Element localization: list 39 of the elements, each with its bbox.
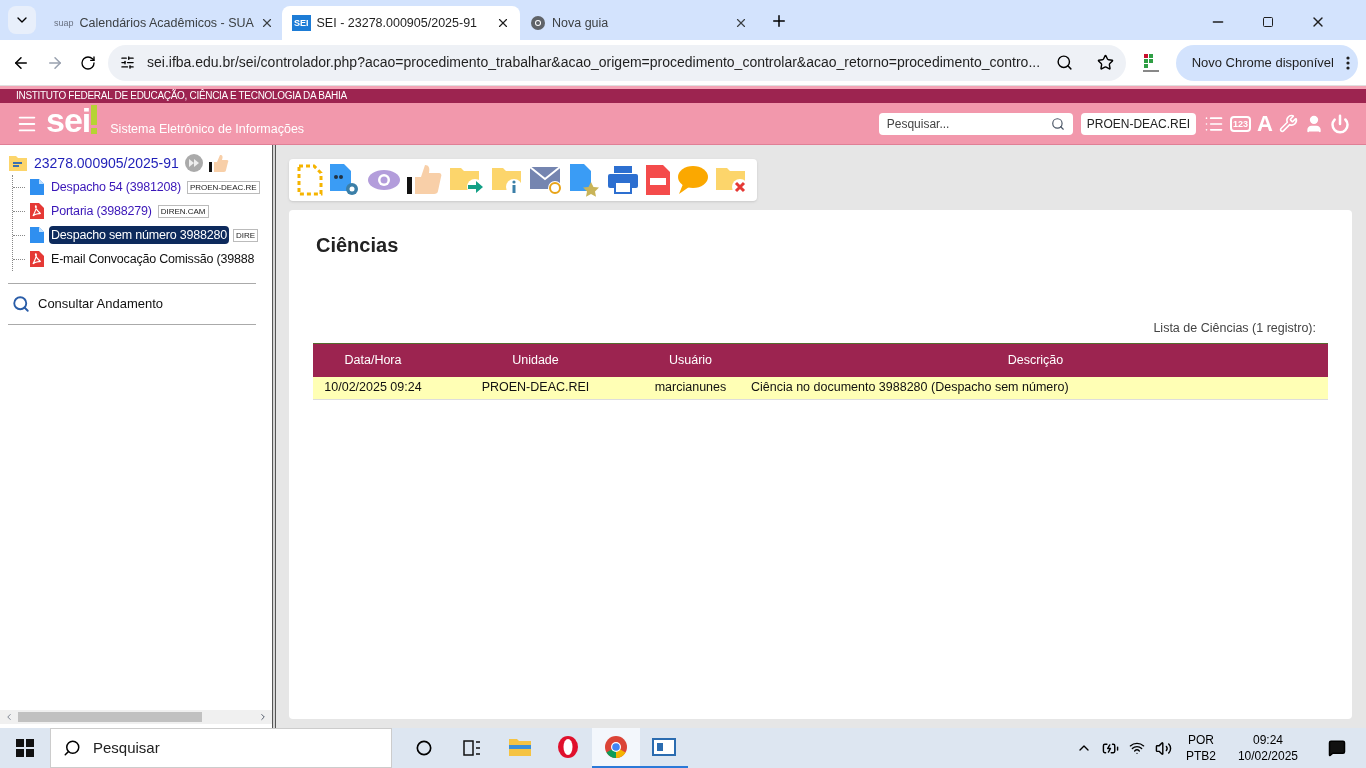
consult-progress-link[interactable]: Consultar Andamento (38, 294, 164, 314)
tab-favicon: suap (54, 17, 74, 30)
unit-tag: DIRE (232, 228, 259, 242)
clock[interactable]: 09:24 10/02/2025 (1237, 732, 1298, 764)
tab-title: Nova guia (552, 14, 610, 32)
table-cell: 10/02/2025 09:24 (313, 376, 433, 400)
document-link[interactable]: E-mail Convocação Comissão (39888 (49, 249, 257, 269)
page-title: Ciências (316, 233, 400, 258)
address-bar[interactable]: sei.ifba.edu.br/sei/controlador.php?acao=procedimento_trabalhar&acao_origem=procedimento_controlar&acao_retorno=procedimento_contro... (108, 44, 1126, 81)
taskbar-search-input[interactable]: Pesquisar (93, 736, 379, 760)
document-link[interactable]: Despacho sem número 3988280 (49, 225, 229, 245)
browser-tab[interactable]: suap Calendários Acadêmicos - SUA (44, 6, 282, 40)
document-link[interactable]: Portaria (3988279) (49, 201, 154, 221)
column-header: Data/Hora (313, 343, 433, 377)
update-chrome-button[interactable]: Novo Chrome disponível (1175, 44, 1358, 81)
language-indicator[interactable]: POR PTB2 (1185, 732, 1216, 764)
document-link[interactable]: Despacho 54 (3981208) (49, 177, 183, 197)
browser-tab[interactable]: SEI SEI - 23278.000905/2025-91 (282, 6, 520, 40)
unit-button[interactable]: PROEN-DEAC.REI (1080, 112, 1197, 135)
system-name: Sistema Eletrônico de Informações (110, 121, 305, 139)
tab-title: Calendários Acadêmicos - SUA (79, 14, 254, 32)
column-header: Unidade (433, 343, 638, 377)
process-number-link[interactable]: 23278.000905/2025-91 (34, 152, 179, 174)
table-cell: PROEN-DEAC.REI (433, 376, 638, 400)
table-caption: Lista de Ciências (1 registro): (1153, 321, 1316, 335)
tab-favicon: SEI (292, 15, 311, 31)
table-cell: Ciência no documento 3988280 (Despacho sem número) (743, 376, 1328, 400)
column-header: Usuário (638, 343, 743, 377)
tab-title: SEI - 23278.000905/2025-91 (316, 14, 479, 32)
search-field[interactable]: Pesquisar... (878, 112, 1073, 135)
institute-name: INSTITUTO FEDERAL DE EDUCAÇÃO, CIÊNCIA E TECNOLOGIA DA BAHIA (16, 91, 347, 101)
search-input[interactable]: Pesquisar... (886, 114, 1051, 133)
taskbar-search-field[interactable]: Pesquisar (50, 728, 392, 768)
browser-tab[interactable]: Nova guia (520, 6, 758, 40)
url-text: sei.ifba.edu.br/sei/controlador.php?acao=procedimento_trabalhar&acao_origem=procedimento_controlar&acao_retorno=procedimento_contro... (147, 53, 1042, 72)
unit-tag: DIREN.CAM (157, 204, 209, 218)
table-cell: marcianunes (638, 376, 743, 400)
unit-tag: PROEN-DEAC.RE (186, 180, 260, 194)
column-header: Descrição (743, 343, 1328, 377)
